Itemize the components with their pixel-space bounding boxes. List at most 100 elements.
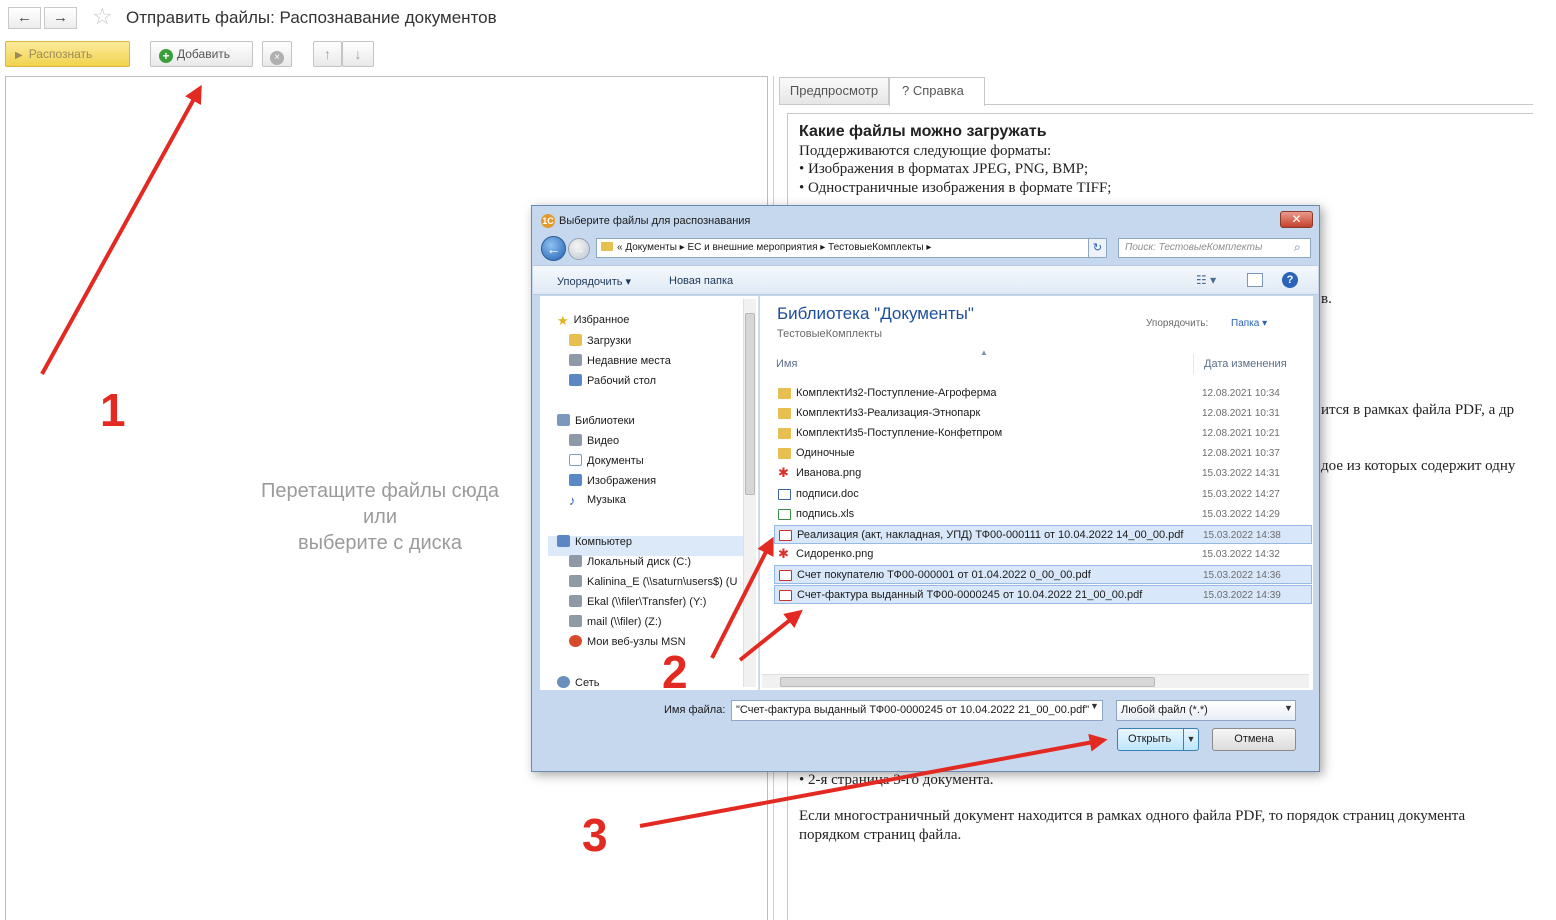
address-bar[interactable]: « Документы ▸ ЕС и внешние мероприятия ▸…	[596, 238, 1094, 258]
column-header-name[interactable]: Имя	[776, 358, 797, 370]
nav-item-network-drive[interactable]: Ekal (\\filer\Transfer) (Y:)	[569, 595, 706, 608]
help-line: • Изображения в форматах JPEG, PNG, BMP;	[799, 161, 1089, 177]
help-fragment: в.	[1321, 291, 1332, 307]
network-drive-icon	[569, 595, 582, 607]
chevron-down-icon[interactable]: ▼	[1090, 701, 1099, 711]
back-button[interactable]: ←	[8, 7, 41, 29]
add-button[interactable]: + Добавить	[150, 41, 253, 67]
sort-caret-icon: ▲	[980, 348, 988, 357]
organize-menu[interactable]: Упорядочить ▾	[557, 275, 631, 288]
file-row[interactable]: КомплектИз3-Реализация-Этнопарк 12.08.202…	[774, 404, 1312, 423]
nav-item-desktop[interactable]: Рабочий стол	[569, 374, 656, 387]
arrow-down-icon: ↓	[354, 46, 362, 62]
drop-hint: Перетащите файлы сюда или выберите с дис…	[200, 478, 560, 556]
tab-help[interactable]: ? Справка	[889, 77, 985, 106]
remove-button[interactable]: ×	[262, 41, 292, 67]
search-input[interactable]: Поиск: ТестовыеКомплекты	[1118, 238, 1311, 258]
file-name-label: Имя файла:	[664, 704, 726, 716]
nav-item-libraries[interactable]: Библиотеки	[557, 414, 635, 427]
nav-item-network-drive[interactable]: Kalinina_E (\\saturn\users$) (U	[569, 575, 737, 588]
recognize-label: Распознать	[28, 47, 93, 61]
recognize-button[interactable]: ▶ Распознать	[5, 41, 130, 67]
file-name: Счет-фактура выданный ТФ00-0000245 от 10…	[797, 589, 1143, 601]
nav-item-downloads[interactable]: Загрузки	[569, 334, 631, 347]
folder-icon	[778, 388, 791, 399]
file-row[interactable]: подпись.xls 15.03.2022 14:29	[774, 505, 1312, 524]
nav-item-video[interactable]: Видео	[569, 434, 619, 447]
nav-item-label: mail (\\filer) (Z:)	[587, 616, 662, 628]
network-icon	[557, 676, 570, 688]
nav-item-network[interactable]: Сеть	[557, 676, 599, 689]
preview-pane-icon[interactable]	[1247, 273, 1263, 287]
nav-item-documents[interactable]: Документы	[569, 454, 644, 467]
nav-item-label: Компьютер	[575, 536, 632, 548]
file-row[interactable]: Счет-фактура выданный ТФ00-0000245 от 10…	[774, 585, 1312, 604]
annotation-step-1: 1	[100, 384, 126, 436]
close-button[interactable]: ✕	[1280, 211, 1313, 228]
file-row[interactable]: КомплектИз2-Поступление-Агроферма 12.08.2…	[774, 384, 1312, 403]
forward-button[interactable]: →	[44, 7, 77, 29]
tab-divider	[985, 104, 1533, 105]
file-row[interactable]: подписи.doc 15.03.2022 14:27	[774, 485, 1312, 504]
file-date: 15.03.2022 14:27	[1202, 488, 1280, 500]
library-subtitle: ТестовыеКомплекты	[777, 328, 883, 340]
nav-item-local-disk[interactable]: Локальный диск (C:)	[569, 555, 691, 568]
file-date: 15.03.2022 14:39	[1203, 590, 1281, 601]
folder-icon	[778, 428, 791, 440]
nav-item-images[interactable]: Изображения	[569, 474, 656, 487]
file-row[interactable]: Одиночные 12.08.2021 10:37	[774, 444, 1312, 463]
drop-hint-line3[interactable]: выберите с диска	[200, 530, 560, 556]
file-row[interactable]: Счет покупателю ТФ00-000001 от 01.04.202…	[774, 564, 1312, 584]
app-icon: 1С	[541, 214, 555, 228]
move-down-button[interactable]: ↓	[342, 41, 374, 67]
move-up-button[interactable]: ↑	[313, 41, 342, 67]
music-icon: ♪	[569, 493, 576, 508]
back-button[interactable]: ←	[541, 236, 566, 261]
nav-item-favorites[interactable]: ★ Избранное	[557, 314, 629, 327]
open-options-dropdown[interactable]: ▼	[1183, 729, 1198, 750]
computer-icon	[557, 535, 570, 547]
column-separator[interactable]	[1193, 354, 1194, 374]
nav-item-network-drive[interactable]: mail (\\filer) (Z:)	[569, 615, 662, 628]
scroll-thumb[interactable]	[780, 677, 1155, 687]
file-name: подписи.doc	[796, 487, 859, 500]
horizontal-scrollbar[interactable]	[762, 674, 1309, 688]
refresh-button[interactable]: ↻	[1088, 238, 1107, 258]
file-name-input[interactable]: "Счет-фактура выданный ТФ00-0000245 от 1…	[731, 700, 1103, 721]
arrange-by-dropdown[interactable]: Папка ▾	[1231, 318, 1267, 329]
file-type-select[interactable]: Любой файл (*.*)	[1116, 700, 1296, 721]
file-row[interactable]: ✱ Сидоренко.png 15.03.2022 14:32	[774, 545, 1312, 564]
file-name: подпись.xls	[796, 507, 855, 520]
chevron-down-icon[interactable]: ▼	[1284, 703, 1293, 713]
file-name: Одиночные	[796, 447, 855, 460]
help-line: • Одностраничные изображения в формате T…	[799, 180, 1112, 196]
nav-item-computer[interactable]: Компьютер	[557, 535, 632, 548]
cancel-button[interactable]: Отмена	[1212, 728, 1296, 751]
recent-places-icon	[569, 354, 582, 366]
arrange-by-label: Упорядочить:	[1146, 318, 1209, 329]
annotation-step-2: 2	[662, 646, 688, 698]
new-folder-button[interactable]: Новая папка	[669, 275, 733, 287]
nav-item-recent[interactable]: Недавние места	[569, 354, 671, 367]
nav-scrollbar[interactable]	[743, 299, 756, 687]
nav-item-music[interactable]: ♪ Музыка	[569, 494, 626, 507]
file-date: 12.08.2021 10:21	[1202, 428, 1280, 440]
arrow-right-icon: →	[573, 242, 585, 256]
forward-button[interactable]: →	[568, 238, 590, 260]
search-icon[interactable]: ⌕	[1294, 240, 1301, 255]
column-header-date[interactable]: Дата изменения	[1204, 358, 1287, 370]
file-open-dialog: 1С Выберите файлы для распознавания ✕ ← …	[531, 205, 1320, 772]
favorite-star-icon[interactable]: ☆	[92, 4, 113, 30]
file-name: КомплектИз2-Поступление-Агроферма	[796, 387, 997, 399]
tab-preview[interactable]: Предпросмотр	[779, 77, 889, 105]
file-date: 15.03.2022 14:29	[1202, 508, 1280, 520]
scroll-thumb[interactable]	[745, 313, 755, 495]
file-row[interactable]: ✱ Иванова.png 15.03.2022 14:31	[774, 464, 1312, 483]
help-icon[interactable]: ?	[1282, 272, 1298, 288]
page-title: Отправить файлы: Распознавание документо…	[126, 8, 497, 27]
file-row[interactable]: КомплектИз5-Поступление-Конфетпром 12.08.…	[774, 424, 1312, 443]
file-row[interactable]: Реализация (акт, накладная, УПД) ТФ00-00…	[774, 524, 1312, 544]
nav-item-label: Рабочий стол	[587, 375, 657, 387]
network-drive-icon	[569, 575, 582, 587]
view-options-icon[interactable]: ☷ ▾	[1196, 273, 1216, 287]
